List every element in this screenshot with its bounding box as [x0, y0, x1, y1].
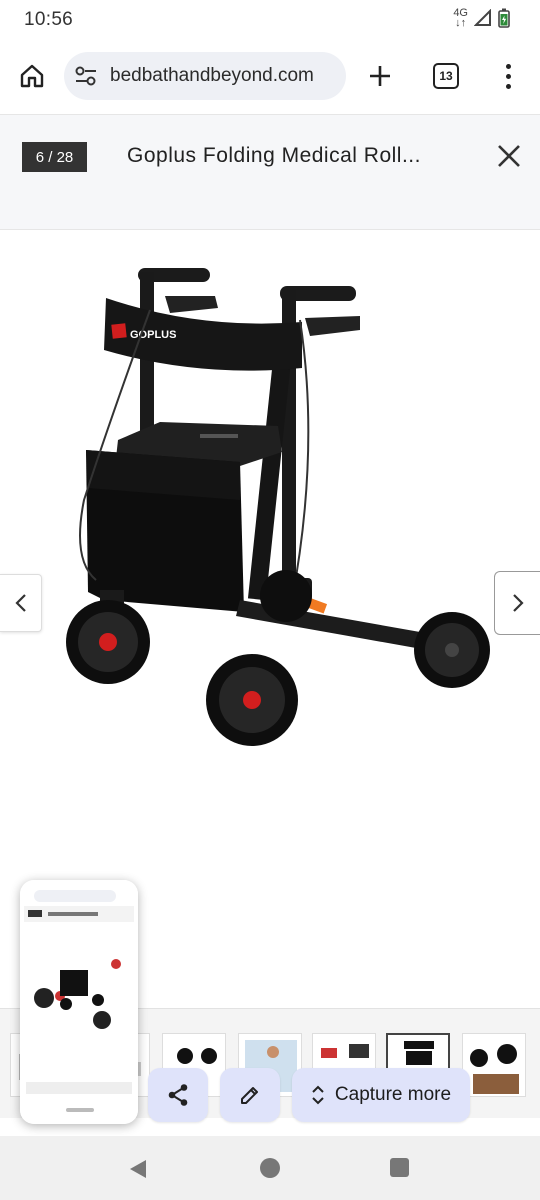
share-icon [168, 1084, 188, 1106]
site-info-icon[interactable] [74, 65, 98, 87]
data-arrows-icon: ↓↑ [455, 17, 467, 29]
edit-button[interactable] [220, 1068, 280, 1122]
image-counter-badge: 6 / 28 [22, 142, 87, 172]
nav-recents-icon[interactable] [390, 1158, 409, 1177]
nav-home-icon[interactable] [260, 1158, 280, 1178]
status-bar: 10:56 4G ↓↑ [0, 0, 540, 40]
expand-icon [312, 1085, 324, 1105]
screenshot-preview[interactable] [20, 880, 138, 1124]
capture-more-label: Capture more [334, 1084, 452, 1105]
status-icons: 4G ↓↑ [453, 8, 510, 29]
thumbnail-image [470, 1044, 519, 1094]
capture-more-button[interactable]: Capture more [292, 1068, 470, 1122]
system-nav-bar [0, 1136, 540, 1200]
more-menu-icon[interactable] [496, 58, 520, 94]
edit-icon [241, 1087, 258, 1104]
thumbnail[interactable] [462, 1033, 526, 1097]
status-time: 10:56 [24, 9, 74, 30]
signal-icon [474, 9, 491, 26]
share-button[interactable] [148, 1068, 208, 1122]
svg-text:GOPLUS: GOPLUS [130, 329, 176, 341]
chevron-right-icon [512, 594, 524, 612]
gallery-header: 6 / 28 Goplus Folding Medical Roll... [0, 114, 540, 230]
product-title: Goplus Folding Medical Roll... [127, 144, 421, 167]
home-button[interactable] [14, 58, 50, 94]
url-text: bedbathandbeyond.com [110, 65, 314, 86]
previous-image-button[interactable] [0, 574, 42, 632]
browser-toolbar: bedbathandbeyond.com 13 [0, 44, 540, 110]
new-tab-icon [370, 66, 390, 86]
battery-icon [498, 8, 510, 28]
network-indicator: 4G ↓↑ [453, 8, 468, 29]
screenshot-thumbnail [20, 880, 138, 1124]
tabs-icon[interactable]: 13 [433, 63, 459, 89]
address-bar[interactable]: bedbathandbeyond.com [64, 52, 346, 100]
new-tab-button[interactable] [364, 58, 396, 94]
next-image-button[interactable] [494, 571, 540, 635]
chevron-left-icon [14, 594, 26, 612]
home-icon [20, 64, 44, 88]
close-icon[interactable] [494, 141, 524, 171]
nav-back-icon[interactable] [128, 1158, 148, 1180]
